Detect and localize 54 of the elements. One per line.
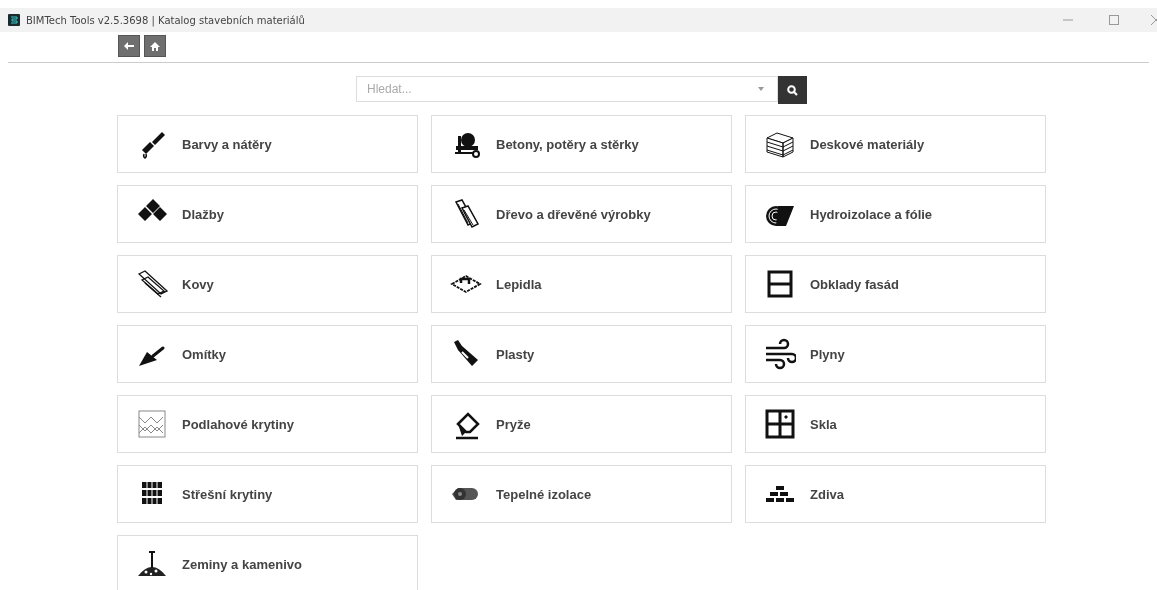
category-tile[interactable]: Dřevo a dřevěné výrobky: [431, 185, 732, 243]
category-tile[interactable]: Tepelné izolace: [431, 465, 732, 523]
category-label: Barvy a nátěry: [182, 136, 272, 152]
wind-icon: [764, 338, 796, 370]
app-logo-icon: [8, 14, 20, 26]
category-tile[interactable]: Hydroizolace a fólie: [745, 185, 1046, 243]
category-tile[interactable]: Kovy: [117, 255, 418, 313]
category-label: Podlahové krytiny: [182, 416, 294, 432]
category-tile[interactable]: Zdiva: [745, 465, 1046, 523]
category-label: Skla: [810, 416, 837, 432]
home-icon: [150, 41, 160, 51]
steel-beam-icon: [136, 268, 168, 300]
dropdown-caret-icon[interactable]: [758, 87, 764, 91]
category-tile[interactable]: Skla: [745, 395, 1046, 453]
category-tile[interactable]: Pryže: [431, 395, 732, 453]
search-field[interactable]: Hledat...: [356, 76, 778, 102]
close-icon[interactable]: [1151, 15, 1157, 25]
category-tile[interactable]: Betony, potěry a stěrky: [431, 115, 732, 173]
category-tile[interactable]: Střešní krytiny: [117, 465, 418, 523]
category-tile[interactable]: Zeminy a kamenivo: [117, 535, 418, 590]
parquet-icon: [136, 408, 168, 440]
category-label: Deskové materiály: [810, 136, 925, 152]
category-label: Plasty: [496, 346, 535, 362]
category-label: Plyny: [810, 346, 845, 362]
category-label: Zeminy a kamenivo: [182, 556, 302, 572]
category-label: Hydroizolace a fólie: [810, 206, 933, 222]
category-label: Dřevo a dřevěné výrobky: [496, 206, 651, 222]
window-title: BIMTech Tools v2.5.3698 | Katalog stavebních materiálů: [26, 14, 306, 26]
window-pane-icon: [764, 408, 796, 440]
category-label: Střešní krytiny: [182, 486, 273, 502]
category-label: Tepelné izolace: [496, 486, 592, 502]
category-label: Betony, potěry a stěrky: [496, 136, 639, 152]
category-tile[interactable]: Dlažby: [117, 185, 418, 243]
category-tile[interactable]: Omítky: [117, 325, 418, 383]
category-label: Kovy: [182, 276, 214, 292]
maximize-icon[interactable]: [1109, 15, 1119, 25]
category-tile[interactable]: Lepidla: [431, 255, 732, 313]
left-arrow-icon: [124, 42, 134, 50]
search-icon: [787, 84, 798, 96]
category-tile[interactable]: Plasty: [431, 325, 732, 383]
category-label: Obklady fasád: [810, 276, 899, 292]
category-tile[interactable]: Obklady fasád: [745, 255, 1046, 313]
category-label: Zdiva: [810, 486, 844, 502]
category-label: Dlažby: [182, 206, 224, 222]
category-label: Omítky: [182, 346, 227, 362]
home-button[interactable]: [144, 35, 166, 57]
category-tile[interactable]: Deskové materiály: [745, 115, 1046, 173]
category-tile[interactable]: Podlahové krytiny: [117, 395, 418, 453]
category-tile[interactable]: Barvy a nátěry: [117, 115, 418, 173]
search-button[interactable]: [778, 76, 807, 104]
category-tile[interactable]: Plyny: [745, 325, 1046, 383]
category-label: Lepidla: [496, 276, 542, 292]
category-label: Pryže: [496, 416, 531, 432]
back-button[interactable]: [118, 35, 140, 57]
